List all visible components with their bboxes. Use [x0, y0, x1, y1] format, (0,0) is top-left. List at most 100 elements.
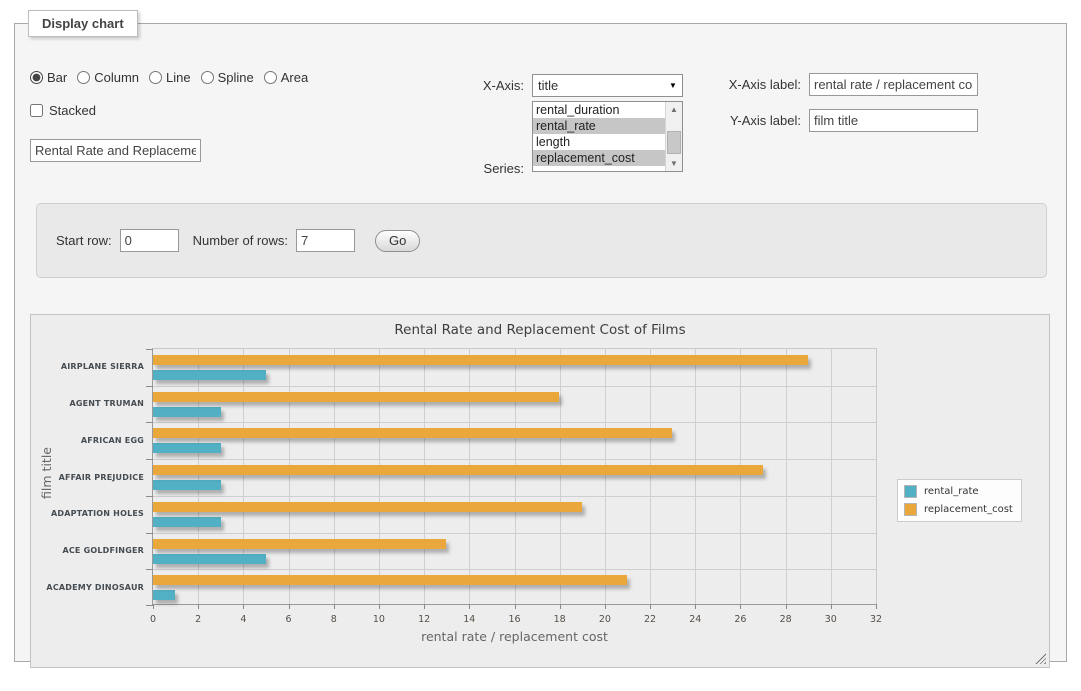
x-tick-label: 20: [599, 614, 611, 625]
bar-rental_rate: [153, 590, 175, 600]
go-button[interactable]: Go: [375, 230, 420, 252]
bar-rental_rate: [153, 443, 221, 453]
num-rows-input[interactable]: [296, 229, 355, 252]
chart-type-radio-group: Bar Column Line Spline Area: [30, 70, 314, 85]
gridline-v: [786, 349, 787, 604]
category-label: ADAPTATION HOLES: [24, 509, 144, 518]
chart-type-radio-line[interactable]: [149, 71, 162, 84]
gridline-h: [153, 569, 876, 570]
chart-type-option-column[interactable]: Column: [77, 70, 139, 85]
y-tick-mark: [146, 459, 153, 460]
y-tick-mark: [146, 569, 153, 570]
legend-swatch: [904, 503, 917, 516]
y-axis-label-label: Y-Axis label:: [645, 113, 801, 128]
row-range-bar: Start row: Number of rows: Go: [36, 203, 1047, 278]
x-tick-mark: [695, 604, 696, 609]
chart-type-label: Spline: [218, 70, 254, 85]
scrollbar-thumb[interactable]: [667, 131, 681, 154]
x-tick-mark: [198, 604, 199, 609]
x-tick-mark: [243, 604, 244, 609]
x-tick-label: 28: [780, 614, 792, 625]
x-tick-mark: [424, 604, 425, 609]
y-tick-mark: [146, 605, 153, 606]
x-tick-label: 14: [463, 614, 475, 625]
legend-item-rental_rate: rental_rate: [904, 485, 1013, 498]
x-tick-label: 0: [150, 614, 156, 625]
series-option-replacement_cost[interactable]: replacement_cost: [533, 150, 665, 166]
y-tick-mark: [146, 349, 153, 350]
x-tick-mark: [379, 604, 380, 609]
bar-replacement_cost: [153, 392, 559, 402]
gridline-v: [831, 349, 832, 604]
chart-type-option-line[interactable]: Line: [149, 70, 191, 85]
legend-item-replacement_cost: replacement_cost: [904, 503, 1013, 516]
category-label: AGENT TRUMAN: [24, 399, 144, 408]
bar-rental_rate: [153, 480, 221, 490]
legend-label: replacement_cost: [924, 504, 1013, 515]
x-tick-mark: [153, 604, 154, 609]
series-select-label: Series:: [395, 161, 524, 176]
x-tick-mark: [289, 604, 290, 609]
chart-container: Rental Rate and Replacement Cost of Film…: [30, 314, 1050, 668]
bar-replacement_cost: [153, 539, 446, 549]
chart-type-radio-bar[interactable]: [30, 71, 43, 84]
gridline-v: [243, 349, 244, 604]
start-row-input[interactable]: [120, 229, 179, 252]
gridline-v: [560, 349, 561, 604]
x-tick-mark: [831, 604, 832, 609]
x-tick-mark: [650, 604, 651, 609]
x-tick-label: 32: [870, 614, 882, 625]
legend-swatch: [904, 485, 917, 498]
gridline-v: [605, 349, 606, 604]
x-tick-label: 24: [689, 614, 701, 625]
scroll-down-icon[interactable]: ▼: [666, 156, 682, 171]
chart-type-option-spline[interactable]: Spline: [201, 70, 254, 85]
chart-type-option-bar[interactable]: Bar: [30, 70, 67, 85]
x-tick-label: 2: [195, 614, 201, 625]
category-label: AFRICAN EGG: [24, 436, 144, 445]
x-tick-label: 18: [554, 614, 566, 625]
category-label: ACADEMY DINOSAUR: [24, 583, 144, 592]
category-label: ACE GOLDFINGER: [24, 546, 144, 555]
chart-type-radio-spline[interactable]: [201, 71, 214, 84]
chart-type-radio-column[interactable]: [77, 71, 90, 84]
stacked-checkbox[interactable]: [30, 104, 43, 117]
panel-title: Display chart: [28, 10, 138, 37]
x-tick-mark: [876, 604, 877, 609]
x-tick-label: 22: [644, 614, 656, 625]
chart-type-label: Bar: [47, 70, 67, 85]
y-tick-mark: [146, 422, 153, 423]
gridline-v: [740, 349, 741, 604]
gridline-h: [153, 496, 876, 497]
gridline-h: [153, 533, 876, 534]
stacked-label: Stacked: [49, 103, 96, 118]
y-axis-label-input[interactable]: [809, 109, 978, 132]
display-chart-panel: Display chart Bar Column Line Spline Area St…: [14, 10, 1067, 662]
gridline-h: [153, 386, 876, 387]
chart-legend: rental_rate replacement_cost: [897, 479, 1022, 522]
bar-replacement_cost: [153, 465, 763, 475]
chart-type-label: Line: [166, 70, 191, 85]
bar-rental_rate: [153, 517, 221, 527]
series-option-length[interactable]: length: [533, 134, 665, 150]
x-tick-label: 26: [734, 614, 746, 625]
stacked-row: Stacked: [30, 103, 96, 118]
gridline-v: [379, 349, 380, 604]
series-multiselect[interactable]: rental_durationrental_ratelengthreplacem…: [532, 101, 683, 172]
resize-handle-icon[interactable]: [1035, 653, 1046, 664]
gridline-v: [469, 349, 470, 604]
x-tick-label: 16: [508, 614, 520, 625]
x-axis-label-input[interactable]: [809, 73, 978, 96]
chart-type-radio-area[interactable]: [264, 71, 277, 84]
bar-rental_rate: [153, 370, 266, 380]
chart-title-input[interactable]: [30, 139, 201, 162]
legend-label: rental_rate: [924, 486, 979, 497]
chart-type-option-area[interactable]: Area: [264, 70, 308, 85]
y-tick-mark: [146, 533, 153, 534]
x-tick-mark: [469, 604, 470, 609]
x-tick-label: 8: [331, 614, 337, 625]
num-rows-label: Number of rows:: [193, 233, 288, 248]
y-axis-title: film title: [39, 447, 54, 499]
gridline-v: [515, 349, 516, 604]
bar-rental_rate: [153, 554, 266, 564]
